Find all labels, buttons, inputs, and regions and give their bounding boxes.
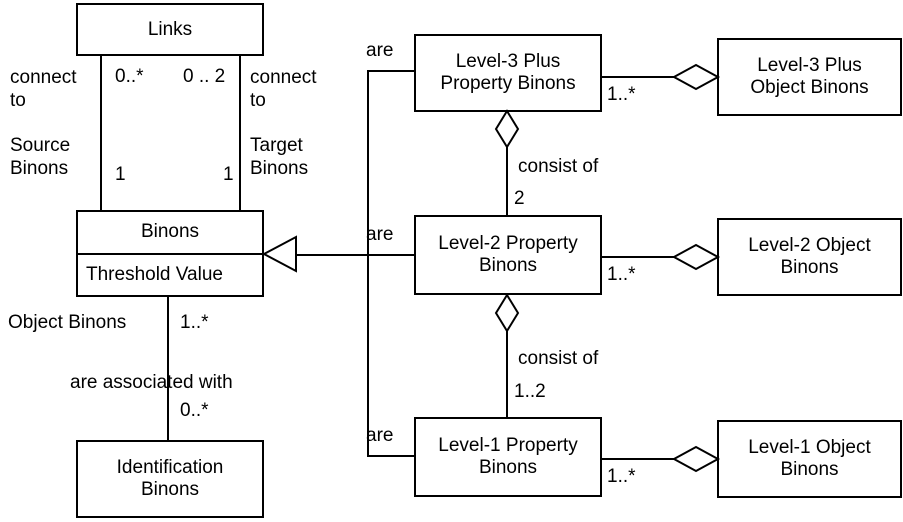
generalization-triangle-icon (261, 235, 297, 273)
class-name-compartment: Level-2 Property Binons (416, 217, 600, 293)
class-name-compartment: Level-2 Object Binons (719, 220, 900, 294)
generalization-label-are-level1: are (366, 425, 394, 446)
class-name-level2-object-binons: Level-2 Object Binons (748, 235, 871, 278)
edge-generalization-branch-level1 (367, 455, 414, 457)
aggregation-diamond-level3-icon (494, 109, 520, 149)
edge-aggregation-level2-object (601, 256, 679, 258)
class-name-links: Links (147, 18, 193, 40)
edge-binons-identification (167, 296, 169, 442)
edge-aggregation-level2-level1 (506, 320, 508, 417)
role-label-source-binons: connect to Source Binons (10, 67, 77, 180)
multiplicity-level3-consist-of: 2 (514, 188, 525, 209)
multiplicity-links-target-bottom: 1 (223, 164, 234, 185)
class-box-level1-property-binons[interactable]: Level-1 Property Binons (414, 417, 602, 497)
class-box-identification-binons[interactable]: Identification Binons (76, 440, 264, 518)
edge-links-source-leg (100, 55, 102, 212)
class-name-compartment: Level-1 Property Binons (416, 419, 600, 495)
class-name-compartment: Links (78, 5, 262, 54)
class-box-level3-object-binons[interactable]: Level-3 Plus Object Binons (717, 38, 902, 116)
class-name-binons: Binons (140, 221, 200, 243)
class-name-level1-property-binons: Level-1 Property Binons (438, 435, 578, 478)
multiplicity-level2-object: 1..* (607, 264, 636, 285)
class-name-level3-object-binons: Level-3 Plus Object Binons (750, 55, 869, 98)
aggregation-diamond-level1-object-icon (671, 445, 721, 473)
role-label-target-binons: connect to Target Binons (250, 67, 317, 180)
aggregation-label-consist-of-level2: consist of (518, 156, 599, 177)
class-name-compartment: Identification Binons (78, 442, 262, 516)
association-label-are-associated-with: are associated with (70, 372, 233, 393)
edge-generalization-stem (292, 254, 369, 256)
class-name-compartment: Level-3 Plus Object Binons (719, 40, 900, 114)
multiplicity-level1-consist-of: 1..2 (514, 381, 546, 402)
class-name-compartment: Binons (78, 212, 262, 253)
multiplicity-links-source-bottom: 1 (115, 164, 126, 185)
edge-aggregation-level3-object (601, 76, 679, 78)
class-attribute-threshold-value: Threshold Value (86, 263, 223, 285)
multiplicity-links-target-top: 0 .. 2 (183, 66, 226, 87)
uml-class-diagram: Links Binons Threshold Value Identificat… (0, 0, 903, 522)
class-name-level3-property-binons: Level-3 Plus Property Binons (440, 51, 576, 94)
multiplicity-level3-object: 1..* (607, 84, 636, 105)
class-name-compartment: Level-1 Object Binons (719, 422, 900, 496)
class-box-level3-property-binons[interactable]: Level-3 Plus Property Binons (414, 34, 602, 112)
class-box-level2-object-binons[interactable]: Level-2 Object Binons (717, 218, 902, 296)
multiplicity-binons-identification-bottom: 0..* (180, 400, 209, 421)
class-name-level1-object-binons: Level-1 Object Binons (748, 437, 871, 480)
edge-links-target-leg (239, 55, 241, 212)
edge-generalization-spine (367, 70, 369, 456)
multiplicity-binons-identification-top: 1..* (180, 312, 209, 333)
aggregation-diamond-level2-object-icon (671, 243, 721, 271)
aggregation-label-consist-of-level1: consist of (518, 348, 599, 369)
class-attribute-compartment: Threshold Value (78, 252, 262, 296)
class-box-level2-property-binons[interactable]: Level-2 Property Binons (414, 215, 602, 295)
class-box-binons[interactable]: Binons Threshold Value (76, 210, 264, 297)
edge-generalization-branch-level3 (367, 70, 415, 72)
edge-generalization-branch-level2 (367, 254, 414, 256)
aggregation-diamond-level2-icon (494, 293, 520, 333)
class-box-links[interactable]: Links (76, 3, 264, 56)
class-name-identification-binons: Identification Binons (116, 457, 224, 500)
class-name-compartment: Level-3 Plus Property Binons (416, 36, 600, 110)
generalization-label-are-level3: are (366, 40, 394, 61)
multiplicity-links-source-top: 0..* (115, 66, 144, 87)
class-name-level2-property-binons: Level-2 Property Binons (438, 233, 578, 276)
edge-aggregation-level1-object (601, 458, 679, 460)
multiplicity-level1-object: 1..* (607, 466, 636, 487)
class-box-level1-object-binons[interactable]: Level-1 Object Binons (717, 420, 902, 498)
generalization-label-are-level2: are (366, 224, 394, 245)
aggregation-diamond-level3-object-icon (671, 63, 721, 91)
role-label-object-binons: Object Binons (8, 312, 127, 333)
